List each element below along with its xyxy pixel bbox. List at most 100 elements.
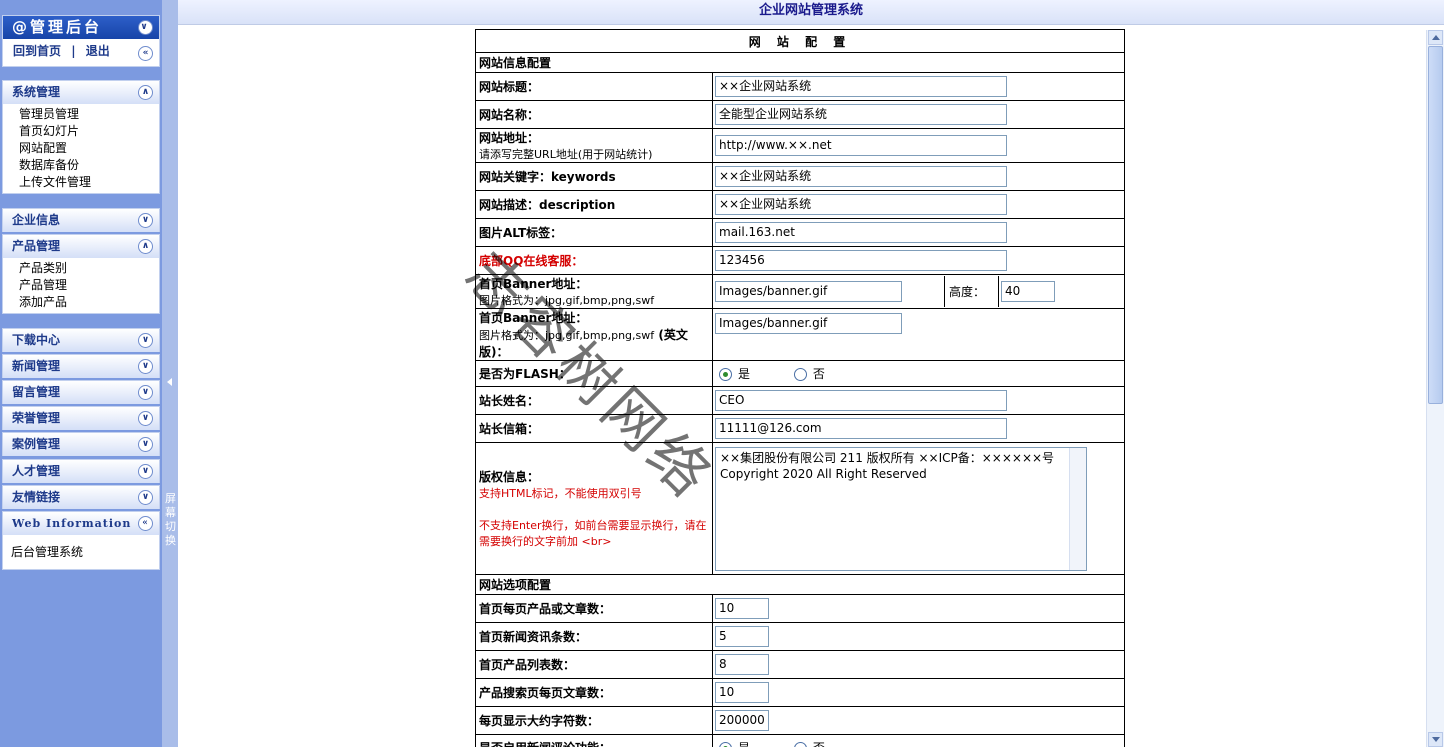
case-panel: 案例管理 ∨: [2, 432, 160, 456]
menu-item-backup[interactable]: 数据库备份: [19, 157, 159, 174]
banner-height-input[interactable]: 40: [1001, 281, 1055, 302]
max-chars-input[interactable]: 200000: [715, 710, 769, 731]
qq-label: 底部QQ在线客服：: [475, 246, 713, 275]
banner-hint: 图片格式为：jpg,gif,bmp,png,swf: [479, 294, 655, 307]
comments-yes-radio[interactable]: [719, 742, 732, 747]
product-list-input[interactable]: 8: [715, 654, 769, 675]
flash-no-radio[interactable]: [793, 368, 807, 381]
email-input[interactable]: 11111@126.com: [715, 418, 1007, 439]
sidebar: @管理后台 ∨ 回到首页 | 退出 « 系统管理 ∧ 管理员管理 首页幻灯片 网…: [0, 0, 162, 747]
news-count-label: 首页新闻资讯条数：: [475, 622, 713, 651]
menu-item-product-manage[interactable]: 产品管理: [19, 277, 159, 294]
site-url-hint: 请添写完整URL地址(用于网站统计): [479, 148, 653, 161]
site-name-input[interactable]: 全能型企业网站系统: [715, 104, 1007, 125]
news-header[interactable]: 新闻管理 ∨: [3, 355, 159, 378]
banner-label: 首页Banner地址：: [479, 277, 588, 291]
flash-no-label: 否: [812, 367, 825, 381]
per-page-label: 首页每页产品或文章数：: [475, 594, 713, 623]
collapse-left-icon[interactable]: «: [138, 516, 153, 531]
banner-en-input[interactable]: Images/banner.gif: [715, 313, 902, 334]
message-header[interactable]: 留言管理 ∨: [3, 381, 159, 404]
banner-en-hint: 图片格式为：jpg,gif,bmp,png,swf: [479, 329, 655, 342]
product-panel: 产品管理 ∧ 产品类别 产品管理 添加产品: [2, 234, 160, 314]
search-per-page-label: 产品搜索页每页文章数：: [475, 678, 713, 707]
arrow-left-icon[interactable]: [167, 378, 172, 386]
collapse-icon[interactable]: ∨: [138, 20, 153, 35]
section-site-options: 网站选项配置: [475, 574, 1125, 595]
site-title-input[interactable]: ××企业网站系统: [715, 76, 1007, 97]
chevron-up-icon[interactable]: ∧: [138, 85, 153, 100]
flash-yes-radio[interactable]: [719, 368, 732, 381]
logout-link[interactable]: 退出: [86, 44, 110, 58]
banner-height-label: 高度：: [944, 276, 999, 307]
chevron-down-icon[interactable]: ∨: [138, 411, 153, 426]
company-title: 企业信息: [12, 213, 61, 227]
chevron-down-icon[interactable]: ∨: [138, 359, 153, 374]
account-links: 回到首页 | 退出 «: [3, 39, 159, 63]
admin-title: @管理后台: [12, 18, 103, 36]
flash-yes-label: 是: [738, 367, 751, 381]
scroll-up-icon[interactable]: [1428, 30, 1443, 45]
system-header[interactable]: 系统管理 ∧: [3, 81, 159, 104]
comments-no-radio[interactable]: [793, 742, 807, 747]
keywords-label: 网站关键字：keywords: [475, 162, 713, 191]
comments-no-label: 否: [813, 741, 825, 747]
description-label: 网站描述：description: [475, 190, 713, 219]
chevron-up-icon[interactable]: ∧: [138, 239, 153, 254]
qq-input[interactable]: 123456: [715, 250, 1007, 271]
news-title: 新闻管理: [12, 359, 61, 373]
textarea-scrollbar[interactable]: [1069, 447, 1086, 570]
chevron-down-icon[interactable]: ∨: [138, 490, 153, 505]
site-url-input[interactable]: http://www.××.net: [715, 135, 1007, 156]
download-panel: 下载中心 ∨: [2, 328, 160, 352]
owner-label: 站长姓名：: [475, 386, 713, 415]
chevron-down-icon[interactable]: ∨: [138, 333, 153, 348]
description-input[interactable]: ××企业网站系统: [715, 194, 1007, 215]
web-info-header[interactable]: Web Information «: [3, 512, 159, 535]
chevron-down-icon[interactable]: ∨: [138, 213, 153, 228]
download-header[interactable]: 下载中心 ∨: [3, 329, 159, 352]
copyright-textarea[interactable]: ××集团股份有限公司 211 版权所有 ××ICP备：××××××号 Copyr…: [715, 446, 1087, 571]
product-list-label: 首页产品列表数：: [475, 650, 713, 679]
chevron-down-icon[interactable]: ∨: [138, 437, 153, 452]
owner-input[interactable]: CEO: [715, 390, 1007, 411]
menu-item-admins[interactable]: 管理员管理: [19, 106, 159, 123]
page-scrollbar[interactable]: [1426, 30, 1444, 747]
scroll-thumb[interactable]: [1428, 46, 1443, 404]
links-header[interactable]: 友情链接 ∨: [3, 486, 159, 509]
honor-header[interactable]: 荣誉管理 ∨: [3, 407, 159, 430]
copyright-label: 版权信息：: [479, 470, 540, 484]
web-info-text: 后台管理系统: [11, 545, 84, 559]
talent-header[interactable]: 人才管理 ∨: [3, 460, 159, 483]
copyright-note-enter: 不支持Enter换行，如前台需要显示换行，请在需要换行的文字前加 <br>: [479, 519, 707, 548]
menu-item-add-product[interactable]: 添加产品: [19, 294, 159, 311]
links-title: 友情链接: [12, 490, 61, 504]
menu-item-product-categories[interactable]: 产品类别: [19, 260, 159, 277]
company-panel: 企业信息 ∨: [2, 208, 160, 232]
menu-item-slides[interactable]: 首页幻灯片: [19, 123, 159, 140]
chevron-down-icon[interactable]: ∨: [138, 464, 153, 479]
links-panel: 友情链接 ∨: [2, 485, 160, 509]
scroll-down-icon[interactable]: [1428, 732, 1443, 747]
banner-input[interactable]: Images/banner.gif: [715, 281, 902, 302]
case-header[interactable]: 案例管理 ∨: [3, 433, 159, 456]
home-link[interactable]: 回到首页: [13, 44, 61, 58]
menu-item-uploads[interactable]: 上传文件管理: [19, 174, 159, 191]
keywords-input[interactable]: ××企业网站系统: [715, 166, 1007, 187]
search-per-page-input[interactable]: 10: [715, 682, 769, 703]
site-url-label: 网站地址：: [479, 131, 540, 145]
news-count-input[interactable]: 5: [715, 626, 769, 647]
company-header[interactable]: 企业信息 ∨: [3, 209, 159, 232]
chevron-down-icon[interactable]: ∨: [138, 385, 153, 400]
collapse-left-icon[interactable]: «: [138, 46, 153, 61]
product-header[interactable]: 产品管理 ∧: [3, 235, 159, 258]
message-panel: 留言管理 ∨: [2, 380, 160, 404]
section-site-info: 网站信息配置: [475, 52, 1125, 73]
flash-label: 是否为FLASH：: [475, 360, 713, 387]
alt-input[interactable]: mail.163.net: [715, 222, 1007, 243]
admin-header: @管理后台 ∨: [3, 16, 159, 39]
screen-toggle-bar[interactable]: 屏幕切换: [162, 0, 178, 747]
comments-yes-label: 是: [738, 741, 750, 747]
menu-item-site-config[interactable]: 网站配置: [19, 140, 159, 157]
per-page-input[interactable]: 10: [715, 598, 769, 619]
